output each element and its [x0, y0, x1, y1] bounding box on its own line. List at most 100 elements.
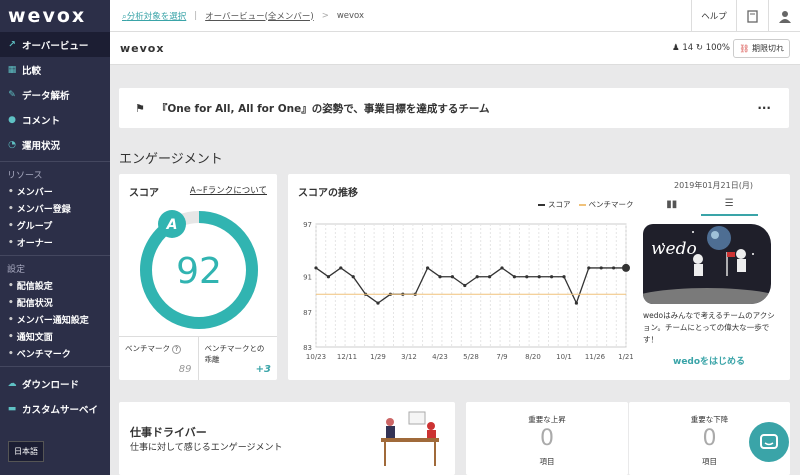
book-icon[interactable]: [736, 0, 768, 32]
important-rise-card: 重要な上昇 0 項目: [466, 402, 628, 475]
sidebar-item-label: ダウンロード: [22, 379, 80, 391]
data-point: [562, 275, 566, 279]
benchmark-row: ベンチマーク? 89 ベンチマークとの乖離 +3: [119, 336, 277, 380]
chart-legend: スコア ベンチマーク: [538, 199, 634, 210]
expire-button[interactable]: ⛓ 期限切れ: [733, 38, 790, 58]
data-point: [599, 266, 603, 270]
data-point: [450, 275, 454, 279]
trend-icon: ↗: [8, 39, 16, 50]
sidebar-item-benchmark[interactable]: ベンチマーク: [0, 345, 110, 362]
sidebar-item-notify-settings[interactable]: メンバー通知設定: [0, 311, 110, 328]
sidebar-item-member-register[interactable]: メンバー登録: [0, 200, 110, 217]
engagement-heading: エンゲージメント: [119, 152, 223, 167]
gap-label: ベンチマークとの乖離: [204, 344, 265, 364]
chat-button[interactable]: [749, 422, 789, 462]
sidebar-item-groups[interactable]: グループ: [0, 217, 110, 234]
tab-stats[interactable]: ▮▮: [643, 192, 701, 216]
rank-info-link[interactable]: A~Fランクについて: [190, 184, 267, 196]
data-point: [574, 301, 578, 305]
sidebar-item-delivery-status[interactable]: 配信状況: [0, 294, 110, 311]
benchmark-cell: ベンチマーク? 89: [119, 337, 198, 380]
sidebar-item-label: 比較: [22, 65, 42, 77]
gap-cell: ベンチマークとの乖離 +3: [197, 337, 278, 380]
astronaut-image: wedo: [643, 226, 771, 304]
x-tick-label: 12/11: [337, 353, 357, 361]
breadcrumb-current: wevox: [336, 10, 365, 21]
sidebar-item-compare[interactable]: ▦ 比較: [0, 57, 110, 82]
sidebar-item-analysis[interactable]: ✎ データ解析: [0, 82, 110, 107]
data-point: [587, 266, 591, 270]
legend-score: スコア: [538, 199, 571, 210]
help-button[interactable]: ヘルプ: [691, 0, 736, 32]
data-point: [438, 275, 442, 279]
gap-value: +3: [255, 364, 271, 375]
y-tick-label: 83: [303, 344, 312, 352]
expire-label: 期限切れ: [752, 43, 784, 53]
rise-title: 重要な上昇: [528, 415, 566, 424]
side-tabs: ▮▮ ☰: [643, 192, 758, 216]
person-icon: ♟: [672, 43, 680, 53]
score-trend-card: スコアの推移 スコア ベンチマーク 2019年01月21日(月) 97 91 87 8…: [288, 174, 790, 380]
rise-unit: 項目: [539, 457, 555, 466]
select-target-link[interactable]: ⌕分析対象を選択: [122, 10, 186, 22]
divider: [0, 366, 110, 367]
settings-heading: 設定: [7, 265, 26, 275]
x-tick-label: 4/23: [432, 353, 448, 361]
data-point: [475, 275, 479, 279]
team-goal-text: 『One for All, All for One』の姿勢で、事業目標を達成する…: [156, 102, 490, 115]
wedo-start-button[interactable]: wedoをはじめる: [673, 354, 745, 367]
x-tick-label: 11/26: [585, 353, 606, 361]
sidebar-item-comment[interactable]: ● コメント: [0, 107, 110, 132]
score-title: スコア: [129, 188, 159, 199]
sidebar-item-label: コメント: [22, 115, 61, 127]
user-icon[interactable]: [768, 0, 800, 32]
resources-heading: リソース: [7, 171, 43, 181]
team-title: wevox: [120, 41, 165, 55]
data-point: [314, 266, 318, 270]
data-point: [500, 266, 504, 270]
data-point: [525, 275, 529, 279]
list-icon: ☰: [724, 197, 734, 209]
divider: [0, 255, 110, 256]
breadcrumb: ⌕分析対象を選択 | オーバービュー(全メンバー) > wevox: [110, 10, 364, 22]
sidebar-item-members[interactable]: メンバー: [0, 183, 110, 200]
x-tick-label: 8/20: [525, 353, 541, 361]
data-point: [326, 275, 330, 279]
folder-icon: ▬: [7, 403, 17, 414]
rise-count: 0: [540, 426, 554, 451]
wevox-logo[interactable]: wevox: [0, 0, 110, 32]
drivers-subtitle: 仕事に対して感じるエンゲージメント: [130, 443, 283, 453]
language-selector[interactable]: 日本語: [8, 441, 44, 462]
select-target-label: 分析対象を選択: [126, 11, 187, 22]
more-menu-button[interactable]: ···: [757, 101, 771, 115]
wedo-description: wedoはみんなで考えるチームのアクション。チームにとっての偉大な一歩です！: [643, 311, 775, 344]
refresh-icon: ↻: [695, 43, 703, 53]
sidebar-item-delivery-settings[interactable]: 配信設定: [0, 277, 110, 294]
top-bar: ⌕分析対象を選択 | オーバービュー(全メンバー) > wevox ヘルプ: [110, 0, 800, 32]
score-value: 92: [176, 251, 222, 292]
breadcrumb-overview[interactable]: オーバービュー(全メンバー): [205, 10, 314, 22]
sidebar-item-status[interactable]: ◔ 運用状況: [0, 132, 110, 157]
tab-list[interactable]: ☰: [700, 192, 758, 216]
analysis-icon: ✎: [8, 89, 16, 100]
x-tick-label: 5/28: [463, 353, 479, 361]
sidebar-item-owners[interactable]: オーナー: [0, 234, 110, 251]
sidebar-item-download[interactable]: ☁ ダウンロード: [0, 371, 110, 396]
x-tick-label: 3/12: [401, 353, 417, 361]
top-right-actions: ヘルプ: [691, 0, 800, 32]
legend-benchmark: ベンチマーク: [578, 199, 634, 210]
team-goal-card: ⚑ 『One for All, All for One』の姿勢で、事業目標を達成…: [119, 88, 789, 128]
x-tick-label: 10/23: [306, 353, 326, 361]
y-tick-label: 91: [303, 274, 312, 282]
score-gauge: A 92: [140, 210, 258, 329]
data-point: [612, 266, 616, 270]
sidebar-item-overview[interactable]: ↗ オーバービュー: [0, 32, 110, 57]
sidebar: wevox ↗ オーバービュー ▦ 比較 ✎ データ解析 ● コメント ◔ 運用状況 リソ…: [0, 0, 110, 475]
data-point: [512, 275, 516, 279]
sidebar-item-notify-text[interactable]: 通知文面: [0, 328, 110, 345]
help-icon[interactable]: ?: [172, 345, 181, 354]
x-tick-label: 1/29: [370, 353, 386, 361]
sidebar-item-custom-survey[interactable]: ▬ カスタムサーベイ: [0, 396, 110, 421]
link-icon: ⛓: [739, 43, 750, 53]
benchmark-value: 89: [178, 364, 192, 375]
